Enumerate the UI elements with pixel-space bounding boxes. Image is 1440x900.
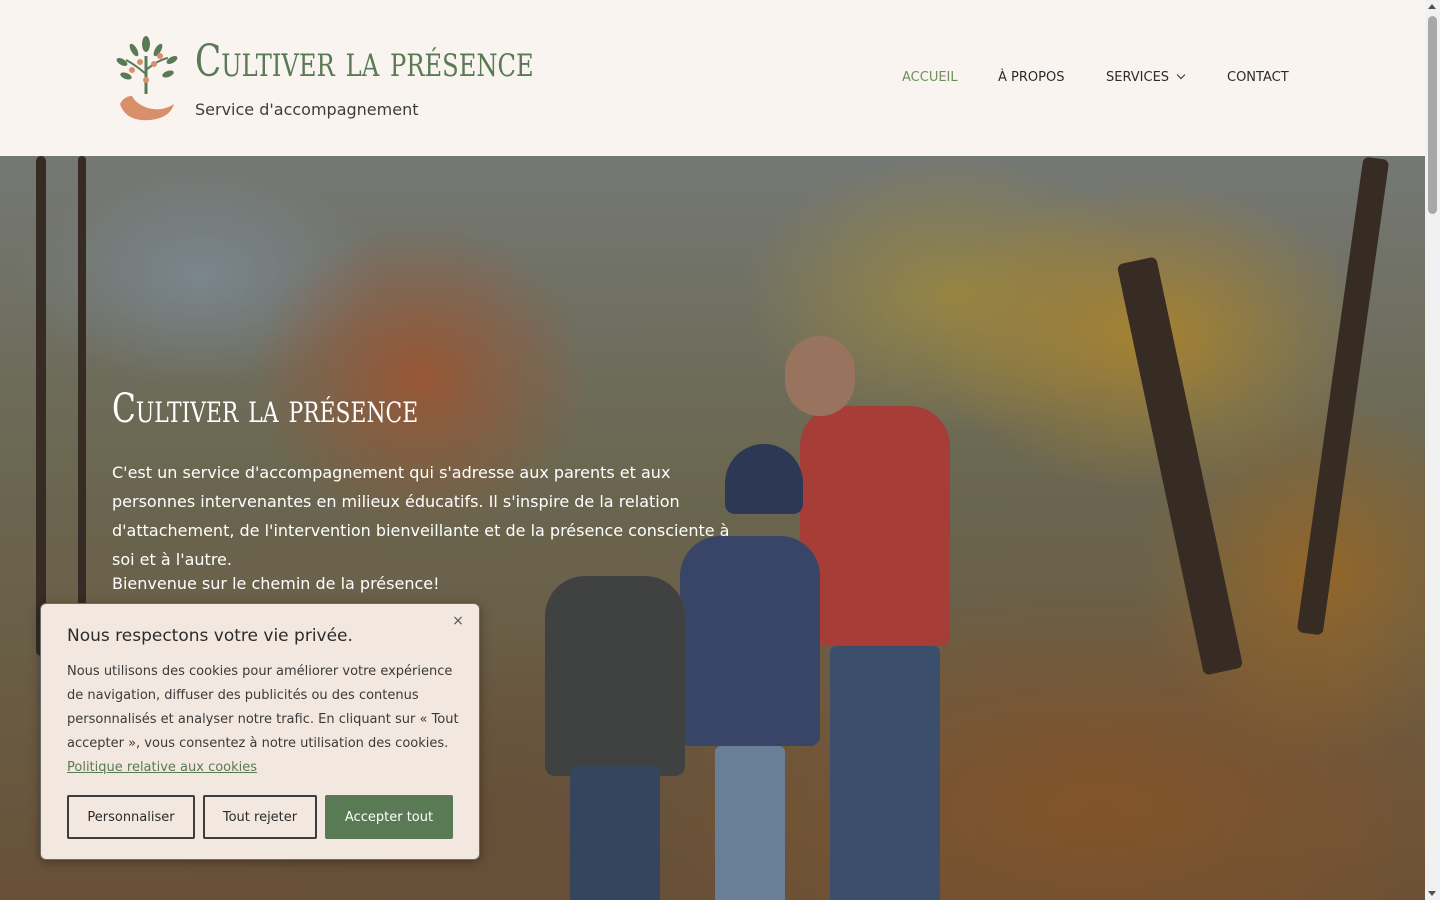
reject-all-button[interactable]: Tout rejeter (203, 795, 317, 839)
hero-welcome: Bienvenue sur le chemin de la présence! (112, 574, 440, 593)
nav-item-contact[interactable]: CONTACT (1227, 70, 1289, 85)
hero-description: C'est un service d'accompagnement qui s'… (112, 463, 730, 569)
scrollbar-thumb[interactable] (1428, 16, 1437, 214)
hero-title: Cultiver la présence (112, 386, 419, 432)
site-header: Cultiver la présence Service d'accompagn… (0, 0, 1425, 156)
cookie-title: Nous respectons votre vie privée. (67, 626, 353, 646)
nav-item-a-propos[interactable]: À PROPOS (998, 70, 1064, 85)
nav-item-accueil[interactable]: ACCUEIL (902, 70, 958, 85)
cookie-text: Nous utilisons des cookies pour améliore… (67, 660, 459, 780)
site-tagline: Service d'accompagnement (195, 100, 419, 119)
chevron-down-icon (1176, 70, 1186, 80)
scroll-up-arrow-icon[interactable] (1428, 4, 1436, 9)
cookie-policy-link[interactable]: Politique relative aux cookies (67, 760, 257, 775)
tree-hand-logo-icon[interactable] (112, 34, 180, 122)
cookie-consent-dialog: × Nous respectons votre vie privée. Nous… (40, 603, 480, 860)
accept-all-button[interactable]: Accepter tout (325, 795, 453, 839)
scroll-down-arrow-icon[interactable] (1428, 891, 1436, 896)
nav-item-services-label: SERVICES (1106, 70, 1170, 85)
customize-button[interactable]: Personnaliser (67, 795, 195, 839)
scrollbar[interactable] (1425, 0, 1440, 900)
site-title[interactable]: Cultiver la présence (195, 36, 534, 87)
nav-item-services[interactable]: SERVICES (1106, 70, 1186, 85)
close-icon[interactable]: × (451, 614, 465, 628)
cookie-description: Nous utilisons des cookies pour améliore… (67, 664, 459, 751)
